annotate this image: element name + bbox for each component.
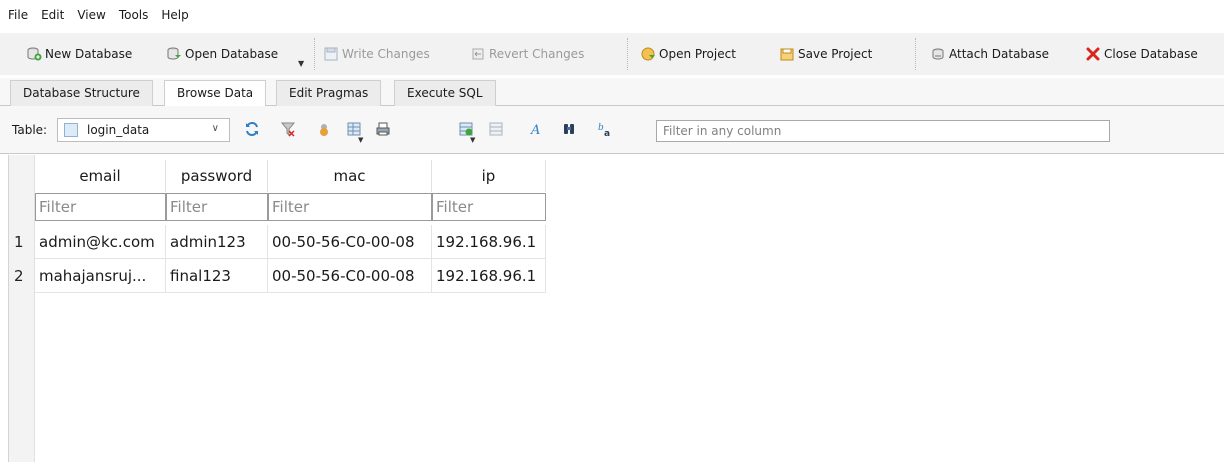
save-view-icon[interactable] xyxy=(346,121,362,137)
open-database-icon xyxy=(166,46,182,62)
write-changes-icon xyxy=(323,46,339,62)
filter-password-input[interactable] xyxy=(166,193,268,221)
toolbar-separator xyxy=(915,38,917,70)
revert-changes-button[interactable]: Revert Changes xyxy=(470,40,584,68)
write-changes-label: Write Changes xyxy=(342,47,430,61)
table-cell-mac[interactable]: 00-50-56-C0-00-08 xyxy=(268,259,432,293)
tab-execute-sql[interactable]: Execute SQL xyxy=(394,80,496,106)
write-changes-button[interactable]: Write Changes xyxy=(323,40,430,68)
menu-view[interactable]: View xyxy=(77,8,105,22)
table-select[interactable]: login_data ∨ xyxy=(57,118,230,142)
toolbar-separator xyxy=(627,38,629,70)
row-header-strip xyxy=(9,155,35,462)
find-icon[interactable]: A xyxy=(529,121,545,138)
column-header-mac[interactable]: mac xyxy=(268,160,432,192)
close-database-label: Close Database xyxy=(1104,47,1198,61)
table-cell-ip[interactable]: 192.168.96.1 xyxy=(432,259,546,293)
table-cell-email[interactable]: mahajansruj... xyxy=(35,259,166,293)
new-database-icon xyxy=(26,46,42,62)
menu-edit[interactable]: Edit xyxy=(41,8,64,22)
filter-any-column-input[interactable] xyxy=(656,120,1110,142)
filter-mac-input[interactable] xyxy=(268,193,432,221)
menu-tools[interactable]: Tools xyxy=(119,8,149,22)
new-database-label: New Database xyxy=(45,47,133,61)
row-number[interactable]: 2 xyxy=(14,267,32,285)
new-database-button[interactable]: New Database xyxy=(26,40,132,68)
menu-help[interactable]: Help xyxy=(161,8,188,22)
row-number[interactable]: 1 xyxy=(14,233,32,251)
column-header-email[interactable]: email xyxy=(35,160,166,192)
svg-text:a: a xyxy=(604,129,610,137)
table-cell-password[interactable]: admin123 xyxy=(166,225,268,259)
main-toolbar: New Database Open Database ▼ Write Chang… xyxy=(0,33,1224,75)
insert-record-icon[interactable] xyxy=(458,121,474,137)
column-header-password[interactable]: password xyxy=(166,160,268,192)
data-grid: email password mac ip 1 admin@kc.com adm… xyxy=(0,155,1224,462)
chevron-down-icon: ∨ xyxy=(211,123,219,134)
insert-record-dropdown-icon[interactable]: ▼ xyxy=(470,136,475,144)
table-cell-password[interactable]: final123 xyxy=(166,259,268,293)
table-select-value: login_data xyxy=(87,123,150,137)
print-icon[interactable] xyxy=(375,121,391,137)
svg-text:A: A xyxy=(530,123,540,137)
close-database-button[interactable]: Close Database xyxy=(1085,40,1198,68)
open-database-dropdown-icon[interactable]: ▼ xyxy=(298,59,304,68)
tab-database-structure[interactable]: Database Structure xyxy=(10,80,153,106)
filter-ip-input[interactable] xyxy=(432,193,546,221)
save-project-button[interactable]: Save Project xyxy=(779,40,872,68)
refresh-icon[interactable] xyxy=(244,121,260,137)
open-project-button[interactable]: Open Project xyxy=(640,40,736,68)
save-filter-icon[interactable] xyxy=(316,121,332,137)
open-database-label: Open Database xyxy=(185,47,279,61)
binoculars-icon[interactable] xyxy=(561,121,577,137)
menu-file[interactable]: File xyxy=(8,8,28,22)
delete-record-icon[interactable] xyxy=(488,121,504,137)
tab-edit-pragmas[interactable]: Edit Pragmas xyxy=(276,80,382,106)
open-database-button[interactable]: Open Database xyxy=(166,40,278,68)
revert-changes-label: Revert Changes xyxy=(489,47,585,61)
tab-browse-data[interactable]: Browse Data xyxy=(164,80,267,107)
table-cell-mac[interactable]: 00-50-56-C0-00-08 xyxy=(268,225,432,259)
open-project-icon xyxy=(640,46,656,62)
replace-icon[interactable]: ba xyxy=(597,121,613,139)
table-cell-ip[interactable]: 192.168.96.1 xyxy=(432,225,546,259)
column-header-ip[interactable]: ip xyxy=(432,160,546,192)
save-view-dropdown-icon[interactable]: ▼ xyxy=(358,136,363,144)
table-cell-email[interactable]: admin@kc.com xyxy=(35,225,166,259)
clear-filters-icon[interactable] xyxy=(280,121,296,137)
browse-toolbar: Table: login_data ∨ ▼ ▼ A ba xyxy=(0,106,1224,154)
table-label: Table: xyxy=(12,123,48,137)
attach-database-icon xyxy=(930,46,946,62)
toolbar-separator xyxy=(314,38,316,70)
filter-email-input[interactable] xyxy=(35,193,166,221)
save-project-icon xyxy=(779,46,795,62)
tab-bar: Database Structure Browse Data Edit Prag… xyxy=(0,78,1224,107)
menu-bar: File Edit View Tools Help xyxy=(0,0,1224,30)
close-icon xyxy=(1085,46,1101,62)
table-icon xyxy=(64,123,78,137)
revert-changes-icon xyxy=(470,46,486,62)
attach-database-button[interactable]: Attach Database xyxy=(930,40,1049,68)
save-project-label: Save Project xyxy=(798,47,873,61)
open-project-label: Open Project xyxy=(659,47,736,61)
attach-database-label: Attach Database xyxy=(949,47,1050,61)
